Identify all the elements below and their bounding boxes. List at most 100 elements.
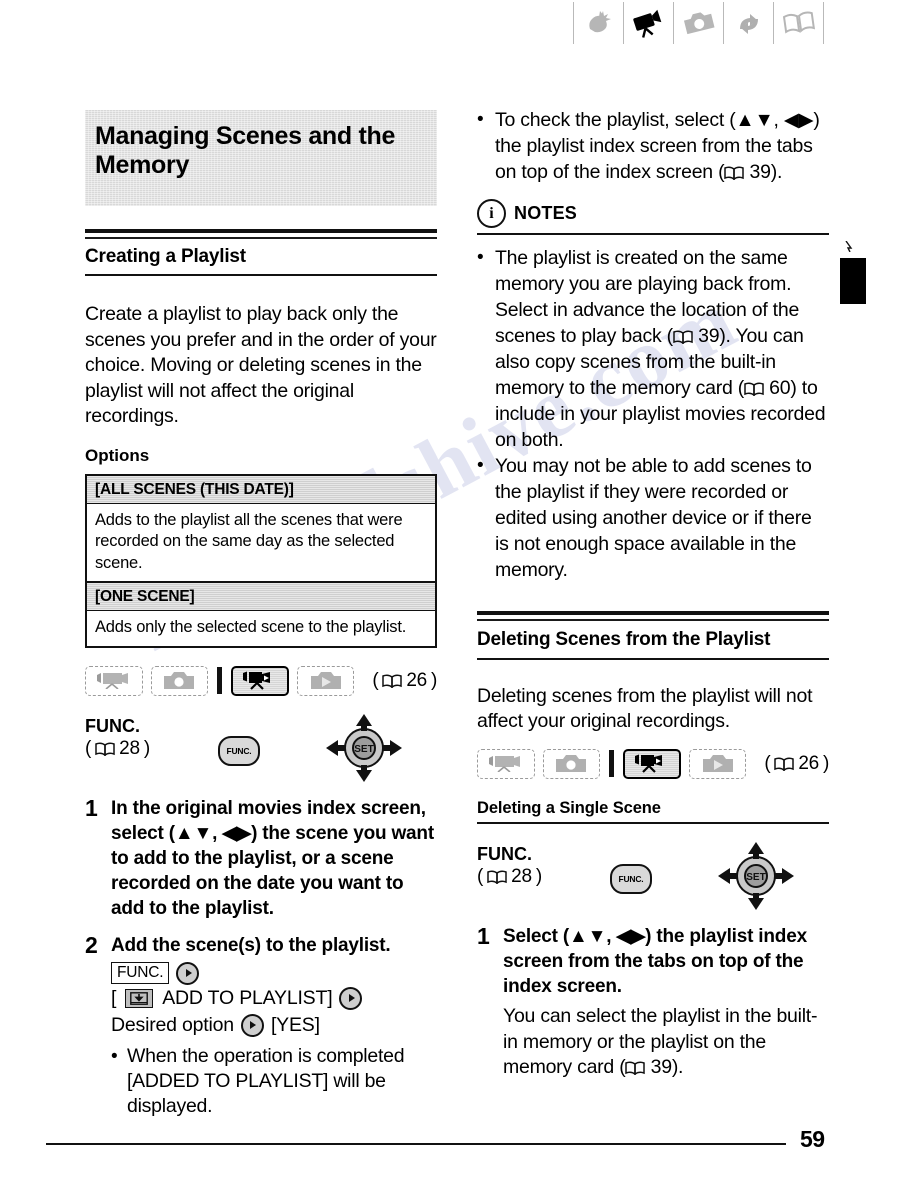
- notes-title: NOTES: [514, 203, 578, 223]
- joystick-set-icon[interactable]: SET: [324, 712, 404, 784]
- svg-text:SET: SET: [354, 744, 373, 755]
- yes-option[interactable]: [YES]: [271, 1012, 320, 1039]
- options-row-description: Adds to the playlist all the scenes that…: [87, 503, 435, 583]
- photo-playback-icon: [702, 755, 733, 773]
- menu-path-line-3: Desired option [YES]: [111, 1012, 437, 1039]
- menu-path-line-2: [ ADD TO PLAYLIST]: [111, 985, 437, 1012]
- step-text: Select (▲▼, ◀▶) the playlist index scree…: [503, 926, 807, 998]
- step-number: 2: [85, 931, 98, 958]
- chapter-heading-box: Managing Scenes and the Memory: [85, 110, 437, 206]
- func-label: FUNC.: [477, 844, 532, 865]
- note-item: • You may not be able to add scenes to t…: [477, 453, 829, 583]
- page-number: 59: [800, 1126, 825, 1152]
- book-ref-icon: [487, 870, 507, 885]
- bullet-dot: •: [111, 1045, 118, 1067]
- photo-record-icon: [556, 755, 587, 773]
- desired-option-label: Desired option: [111, 1013, 234, 1036]
- header-tab-book[interactable]: [773, 2, 824, 44]
- menu-item-add-to-playlist[interactable]: ADD TO PLAYLIST]: [162, 985, 332, 1012]
- notes-header: i NOTES: [477, 199, 829, 228]
- section-rule: [85, 274, 437, 276]
- book-ref-icon: [95, 741, 115, 756]
- mode-tab-row: ( 26): [85, 665, 437, 696]
- options-row-description: Adds only the selected scene to the play…: [87, 611, 435, 646]
- mode-tab-photo-record[interactable]: [542, 748, 601, 779]
- book-ref-icon: [724, 166, 745, 180]
- notes-rule: [477, 233, 829, 235]
- mode-tab-photo-playback[interactable]: [296, 665, 355, 696]
- mode-tab-movie-playback[interactable]: [622, 748, 681, 779]
- hand-setup-icon: [588, 11, 611, 33]
- section-title-deleting-scenes: Deleting Scenes from the Playlist: [477, 628, 771, 650]
- bullet-dot: •: [477, 109, 484, 130]
- func-button-glyph[interactable]: FUNC.: [218, 735, 260, 766]
- menu-path-line-1: FUNC.: [111, 961, 437, 985]
- joystick-set-icon[interactable]: SET: [716, 840, 796, 912]
- mode-tab-photo-playback[interactable]: [688, 748, 747, 779]
- movie-record-icon: [96, 673, 128, 689]
- book-ref-icon: [625, 1061, 646, 1076]
- right-column: • To check the playlist, select (▲▼, ◀▶)…: [477, 105, 829, 1081]
- func-block: FUNC. ( 28) FUNC. SET: [477, 842, 829, 911]
- step-1: 1 Select (▲▼, ◀▶) the playlist index scr…: [477, 924, 829, 999]
- mode-tab-page-reference: ( 26): [764, 752, 829, 774]
- subsection-title-deleting-single-scene: Deleting a Single Scene: [477, 798, 661, 817]
- section-rule: [477, 657, 829, 660]
- menu-path: FUNC. [ ADD TO PLAYLIST] Desired option: [85, 961, 437, 1039]
- step-1-body: You can select the playlist in the built…: [503, 1005, 818, 1079]
- func-button-glyph[interactable]: FUNC.: [610, 864, 652, 895]
- intro-paragraph: Create a playlist to play back only the …: [85, 303, 437, 427]
- step-number: 1: [477, 923, 490, 950]
- joystick-right-icon: [240, 1013, 264, 1037]
- photo-camera-icon: [683, 12, 715, 35]
- func-page-reference: ( 28): [477, 866, 543, 888]
- left-column: Managing Scenes and the Memory Creating …: [85, 110, 437, 1119]
- func-label: FUNC.: [85, 715, 140, 736]
- right-intro-paragraph: Deleting scenes from the playlist will n…: [477, 684, 813, 733]
- add-to-playlist-icon: [125, 988, 154, 1008]
- note-item-text: You may not be able to add scenes to the…: [495, 454, 812, 581]
- step-text: Add the scene(s) to the playlist.: [111, 934, 391, 956]
- photo-record-icon: [164, 672, 195, 689]
- bracket-open: [: [111, 986, 117, 1009]
- header-tab-photo-camera[interactable]: [673, 2, 723, 44]
- header-tab-hand-setup[interactable]: [573, 2, 623, 44]
- joystick-right-icon: [339, 986, 363, 1010]
- func-block: FUNC. ( 28) FUNC. SET: [85, 713, 437, 782]
- top-bullet: • To check the playlist, select (▲▼, ◀▶)…: [477, 107, 829, 185]
- func-menu-chip[interactable]: FUNC.: [111, 962, 170, 984]
- mode-tab-movie-record[interactable]: [477, 748, 535, 779]
- step-1: 1 In the original movies index screen, s…: [85, 794, 437, 921]
- step-number: 1: [85, 794, 98, 821]
- mode-tab-row: ( 26): [477, 748, 829, 779]
- edge-tick-icon: [845, 241, 853, 252]
- section-rule-thin: [477, 618, 829, 621]
- movie-record-icon: [488, 756, 520, 773]
- edge-chapter-marker: [840, 258, 866, 304]
- camcorder-video-icon: [632, 9, 661, 38]
- mode-tab-photo-record[interactable]: [150, 665, 209, 696]
- section-title-creating-playlist: Creating a Playlist: [85, 246, 246, 267]
- mode-tab-movie-playback[interactable]: [230, 665, 289, 696]
- func-page-reference: ( 28): [85, 737, 151, 759]
- header-tab-camcorder[interactable]: [623, 2, 673, 44]
- open-book-icon: [782, 11, 815, 34]
- transfer-arrows-icon: [739, 14, 758, 34]
- mode-tab-movie-record[interactable]: [85, 665, 143, 696]
- options-label: Options: [85, 445, 150, 465]
- book-ref-icon: [774, 757, 795, 771]
- bullet-dot: •: [477, 454, 484, 476]
- info-circle-icon: i: [477, 199, 506, 228]
- chapter-rule-heavy: [85, 229, 437, 233]
- header-tab-transfer[interactable]: [723, 2, 773, 44]
- chapter-title: Managing Scenes and the Memory: [95, 122, 396, 179]
- svg-text:SET: SET: [746, 872, 765, 883]
- movie-playback-icon: [242, 671, 270, 690]
- step-2-note-text: When the operation is completed [ADDED T…: [127, 1044, 405, 1117]
- options-row-name: [ONE SCENE]: [87, 583, 435, 611]
- step-2: 2 Add the scene(s) to the playlist.: [85, 931, 437, 958]
- section-rule-heavy: [477, 610, 829, 615]
- mode-tab-divider: [609, 750, 614, 778]
- top-bullet-text: To check the playlist, select (▲▼, ◀▶) t…: [495, 109, 820, 183]
- footer-rule: [46, 1143, 786, 1146]
